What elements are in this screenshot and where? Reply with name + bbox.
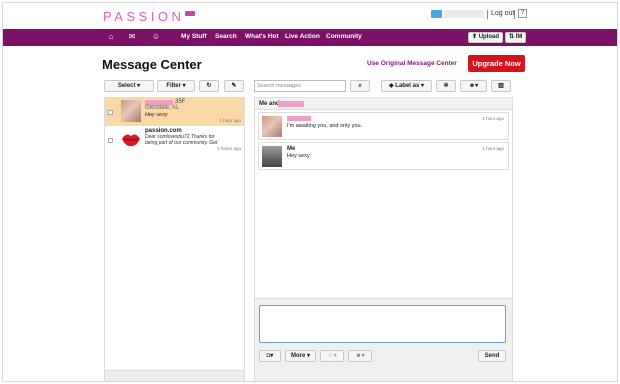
gear-icon: ✲ [443,83,449,89]
emoticon-button[interactable]: ☺▾ [320,350,344,362]
settings-button[interactable]: ✲ [436,80,456,92]
filter-dropdown[interactable]: Filter ▾ [157,80,195,92]
refresh-icon: ↻ [206,83,212,89]
thread-header-label: Me and [259,101,280,107]
conversation-list: 35F Glendale, AL Hey sexy 1 hour ago pas… [104,97,245,381]
tag-icon: ◆ [389,83,394,89]
row-checkbox[interactable] [108,138,113,143]
im-button[interactable]: ⇅ IM [505,32,527,43]
more-label: More [290,353,306,359]
timestamp: 1 hour ago [219,118,241,123]
sender-name-redacted [287,116,311,121]
attach-photo-button[interactable]: ◘▾ [259,350,281,362]
sender-name: Me [287,146,296,152]
list-item[interactable]: passion.com Dear somlovesbu72,Thanks for… [105,126,244,154]
user-actions-dropdown[interactable]: ☻▾ [460,80,487,92]
message-snippet: Hey sexy [145,112,168,118]
top-bar: PASSION Log out ? [3,3,617,29]
refresh-button[interactable]: ↻ [199,80,219,92]
mail-icon[interactable]: ✉ [127,32,137,42]
avatar [121,100,141,122]
list-item[interactable]: 35F Glendale, AL Hey sexy 1 hour ago [105,98,244,126]
select-label: Select [117,83,136,89]
page-title: Message Center [102,57,202,72]
composer: ◘▾ More ▾ ☺▾ ☻▾ Send [255,298,512,381]
upgrade-button[interactable]: Upgrade Now [468,55,525,72]
nav-live-action[interactable]: Live Action [285,33,320,40]
message-snippet: Dear somlovesbu72,Thanks for being part … [145,134,218,146]
chevron-down-icon: ▾ [137,83,141,89]
pencil-icon: ✎ [231,83,237,89]
timestamp: 1 hour ago [482,146,504,151]
compose-button[interactable]: ✎ [224,80,244,92]
nav-whats-hot[interactable]: What's Hot [245,33,279,40]
upload-icon: ⬆ [472,34,478,40]
home-icon[interactable]: ⌂ [106,32,116,42]
search-input[interactable] [254,80,346,92]
chevron-down-icon: ▾ [420,83,424,89]
thread-header: Me and [255,98,512,110]
delete-button[interactable]: ▥ [491,80,511,92]
search-button[interactable]: ⌕ [350,80,370,92]
site-logo[interactable]: PASSION [103,9,184,24]
main-nav: ⌂ ✉ ☺ My Stuff Search What's Hot Live Ac… [3,29,617,46]
original-message-center-link[interactable]: Use Original Message Center [367,60,457,67]
im-icon: ⇅ [509,34,515,40]
timestamp: 1 hour ago [482,116,504,121]
help-button[interactable]: ? [518,9,527,18]
list-footer [105,370,244,381]
chevron-down-icon: ▾ [182,83,186,89]
message-textarea[interactable] [259,305,506,343]
upload-button[interactable]: ⬆ Upload [468,32,504,43]
upload-label: Upload [478,34,500,40]
twitter-icon[interactable] [431,10,442,18]
send-button[interactable]: Send [478,350,506,362]
chevron-down-icon: ▾ [307,353,311,359]
message-text: Hey sexy [287,153,310,159]
logout-link[interactable]: Log out [491,10,514,17]
sender-location: Glendale, AL [145,105,180,111]
nav-my-stuff[interactable]: My Stuff [181,33,207,40]
trash-icon: ▥ [498,83,504,89]
message-item: Me Hey sexy 1 hour ago [258,142,509,170]
divider [487,10,488,19]
avatar[interactable] [262,116,282,137]
friends-icon[interactable]: ☺ [151,32,161,42]
chevron-down-icon: ▾ [270,353,274,359]
filter-label: Filter [166,83,181,89]
chevron-down-icon: ▾ [475,83,479,89]
timestamp: 2 hours ago [217,146,241,151]
message-thread: Me and I'm awaiting you, and only you. 1… [254,97,513,381]
label-as-label: Label as [395,83,420,89]
username-redacted [444,10,484,18]
select-dropdown[interactable]: Select ▾ [104,80,154,92]
chevron-down-icon: ▾ [361,353,365,359]
nav-search[interactable]: Search [215,33,237,40]
im-label: IM [515,34,523,40]
lips-logo-icon [122,134,140,147]
more-dropdown[interactable]: More ▾ [285,350,316,362]
avatar[interactable] [262,146,282,167]
logo-badge-icon [185,11,195,16]
message-item: I'm awaiting you, and only you. 1 hour a… [258,112,509,140]
row-checkbox[interactable] [108,110,113,115]
chevron-down-icon: ▾ [333,353,337,359]
nav-community[interactable]: Community [326,33,362,40]
label-as-dropdown[interactable]: ◆ Label as ▾ [381,80,432,92]
message-text: I'm awaiting you, and only you. [287,123,363,129]
participant-name-redacted [278,101,304,107]
divider [514,10,515,19]
page: PASSION Log out ? ⌂ ✉ ☺ My Stuff Search … [2,2,618,382]
user-dropdown[interactable]: ☻▾ [348,350,372,362]
search-icon: ⌕ [358,83,362,89]
